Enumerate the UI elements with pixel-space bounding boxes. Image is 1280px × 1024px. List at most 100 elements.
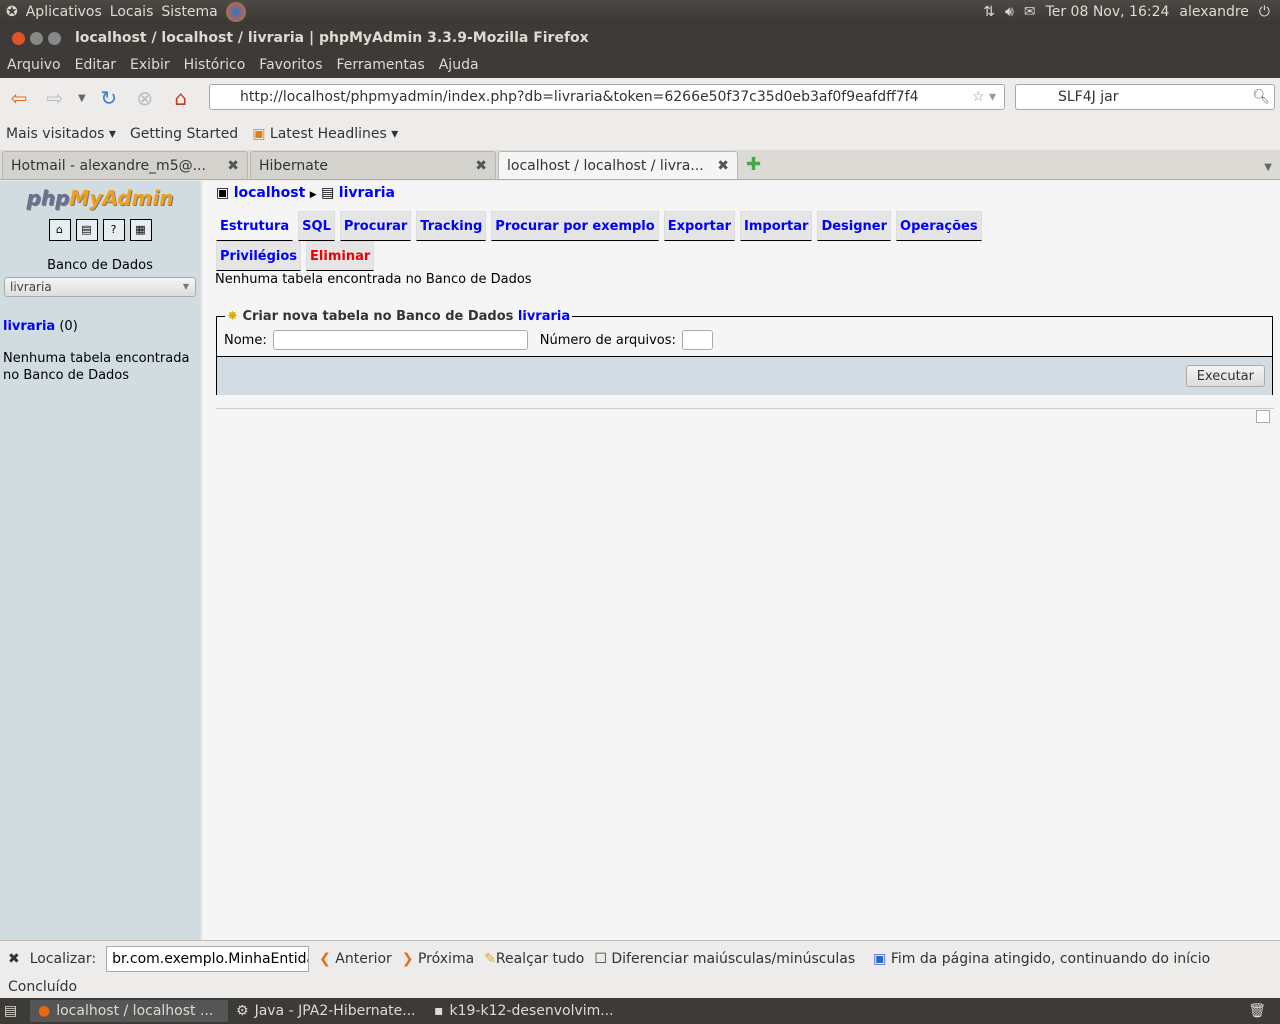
close-tab-icon[interactable]: ✖ [717, 158, 729, 174]
trash-icon[interactable]: 🗑︎ [1248, 1003, 1266, 1019]
pma-logo[interactable]: phpMyAdmin [0, 186, 200, 210]
db-link[interactable]: livraria [3, 319, 55, 334]
user-menu[interactable]: alexandre [1179, 4, 1249, 20]
tab-tracking[interactable]: Tracking [416, 211, 487, 241]
reload-icon[interactable]: ↻ [96, 86, 122, 110]
volume-icon[interactable]: 🔊︎ [1005, 4, 1014, 20]
tab-exportar[interactable]: Exportar [663, 211, 735, 241]
breadcrumb-server[interactable]: localhost [234, 185, 306, 201]
db-count: (0) [59, 319, 78, 334]
menu-file[interactable]: Arquivo [7, 57, 61, 73]
tab-procurar-exemplo[interactable]: Procurar por exemplo [491, 211, 659, 241]
forward-icon[interactable]: ⇨ [42, 86, 68, 110]
task-eclipse[interactable]: ⚙ Java - JPA2-Hibernate... [228, 1000, 426, 1022]
tab-operacoes[interactable]: Operações [896, 211, 982, 241]
tab-estrutura[interactable]: Estrutura [216, 211, 294, 241]
find-previous-button[interactable]: ❮ Anterior [319, 951, 392, 967]
firefox-launcher-icon[interactable] [225, 2, 246, 22]
no-tables-message: Nenhuma tabela encontrada no Banco de Da… [3, 351, 190, 383]
search-icon[interactable]: 🔍︎ [1252, 89, 1270, 105]
db-select[interactable]: livraria ▼ [4, 277, 196, 297]
maximize-window-button[interactable] [48, 31, 61, 45]
match-case-checkbox[interactable]: ☐ Diferenciar maiúsculas/minúsculas [594, 951, 855, 967]
network-icon[interactable]: ⇅ [983, 4, 995, 20]
menu-system[interactable]: Sistema [161, 4, 217, 20]
tab-hotmail[interactable]: Hotmail - alexandre_m5@... ✖ [2, 151, 248, 179]
history-dropdown-icon[interactable]: ▼ [78, 93, 86, 104]
home-icon[interactable]: ⌂ [168, 86, 194, 110]
home-icon[interactable]: ⌂ [48, 219, 71, 241]
create-table-legend: Criar nova tabela no Banco de Dados [242, 309, 514, 324]
tab-hibernate[interactable]: Hibernate ✖ [250, 151, 496, 179]
table-name-input[interactable] [272, 330, 528, 350]
tab-phpmyadmin[interactable]: localhost / localhost / livra... ✖ [498, 151, 738, 179]
menu-places[interactable]: Locais [110, 4, 154, 20]
tab-sql[interactable]: SQL [298, 211, 335, 241]
stop-icon[interactable]: ⊗ [132, 86, 158, 110]
num-fields-input[interactable] [681, 330, 713, 350]
back-icon[interactable]: ⇦ [6, 86, 32, 110]
find-bar: ✖ Localizar: ❮ Anterior ❯ Próxima ✎Realç… [0, 940, 1280, 976]
ubuntu-logo-icon[interactable]: ✪ [6, 4, 18, 20]
breadcrumb-db[interactable]: livraria [339, 185, 395, 201]
bookmarks-toolbar: Mais visitados ▾ Getting Started ▣ Lates… [0, 118, 1280, 150]
search-text: SLF4J jar [1058, 89, 1119, 105]
bookmark-getting-started[interactable]: Getting Started [130, 126, 238, 142]
menu-bookmarks[interactable]: Favoritos [259, 57, 322, 73]
new-tab-icon[interactable]: ✚ [746, 154, 761, 175]
new-window-icon[interactable] [1256, 410, 1270, 423]
find-input[interactable] [106, 945, 310, 972]
db-label: Banco de Dados [47, 258, 153, 273]
num-fields-label: Número de arquivos: [539, 332, 676, 348]
highlight-all-button[interactable]: ✎Realçar tudo [484, 951, 584, 967]
menu-view[interactable]: Exibir [130, 57, 170, 73]
status-bar: Concluído [8, 979, 78, 995]
server-icon: ▣ [216, 185, 230, 201]
bookmark-star-icon[interactable]: ☆ ▾ [972, 89, 996, 105]
tab-procurar[interactable]: Procurar [339, 211, 412, 241]
bookmark-most-visited[interactable]: Mais visitados ▾ [6, 126, 116, 142]
menu-tools[interactable]: Ferramentas [337, 57, 425, 73]
info-icon: ▣ [873, 950, 887, 967]
menu-help[interactable]: Ajuda [439, 57, 479, 73]
window-titlebar: localhost / localhost / livraria | phpMy… [0, 24, 1280, 52]
taskbar: ▤ ● localhost / localhost ... ⚙ Java - JPA… [0, 998, 1280, 1024]
menu-bar: Arquivo Editar Exibir Histórico Favorito… [0, 52, 1280, 78]
navigation-toolbar: ⇦ ⇨ ▼ ↻ ⊗ ⌂ http://localhost/phpmyadmin/… [0, 78, 1280, 118]
clock[interactable]: Ter 08 Nov, 16:24 [1046, 4, 1170, 20]
docs-icon[interactable]: ? [102, 219, 125, 241]
bookmark-latest-headlines[interactable]: ▣ Latest Headlines ▾ [252, 126, 398, 142]
url-text: http://localhost/phpmyadmin/index.php?db… [240, 89, 919, 105]
search-bar[interactable]: SLF4J jar 🔍︎ [1015, 84, 1275, 110]
sql-query-icon[interactable]: ▤ [75, 219, 98, 241]
menu-edit[interactable]: Editar [75, 57, 116, 73]
power-icon[interactable]: ⏻ [1259, 4, 1270, 20]
tab-designer[interactable]: Designer [817, 211, 892, 241]
breadcrumb: ▣ localhost ▶ ▤ livraria [216, 185, 396, 201]
mail-icon[interactable]: ✉ [1024, 4, 1036, 20]
execute-button[interactable]: Executar [1185, 365, 1265, 387]
name-label: Nome: [224, 332, 267, 348]
menu-applications[interactable]: Aplicativos [26, 4, 102, 20]
close-tab-icon[interactable]: ✖ [227, 158, 239, 174]
pma-tabs: Estrutura SQL Procurar Tracking Procurar por… [216, 211, 1176, 271]
tab-eliminar[interactable]: Eliminar [306, 241, 375, 271]
database-icon: ▤ [321, 185, 335, 201]
sql-docs-icon[interactable]: ▦ [129, 219, 152, 241]
minimize-window-button[interactable] [30, 31, 43, 45]
tab-importar[interactable]: Importar [740, 211, 813, 241]
menu-history[interactable]: Histórico [184, 57, 246, 73]
close-window-button[interactable] [12, 31, 25, 45]
task-firefox[interactable]: ● localhost / localhost ... [30, 1000, 228, 1022]
tab-list-icon[interactable]: ▼ [1264, 162, 1272, 173]
pma-sidebar: phpMyAdmin ⌂ ▤ ? ▦ Banco de Dados livrar… [0, 181, 200, 940]
close-tab-icon[interactable]: ✖ [475, 158, 487, 174]
tab-privilegios[interactable]: Privilégios [216, 241, 302, 271]
show-desktop-icon[interactable]: ▤ [0, 1003, 30, 1019]
create-table-db: livraria [517, 309, 571, 324]
task-terminal[interactable]: ▪ k19-k12-desenvolvim... [426, 1000, 624, 1022]
tab-strip: Hotmail - alexandre_m5@... ✖ Hibernate ✖ l… [0, 150, 1280, 180]
url-bar[interactable]: http://localhost/phpmyadmin/index.php?db… [209, 84, 1005, 110]
find-next-button[interactable]: ❯ Próxima [402, 951, 474, 967]
close-findbar-icon[interactable]: ✖ [8, 951, 20, 967]
